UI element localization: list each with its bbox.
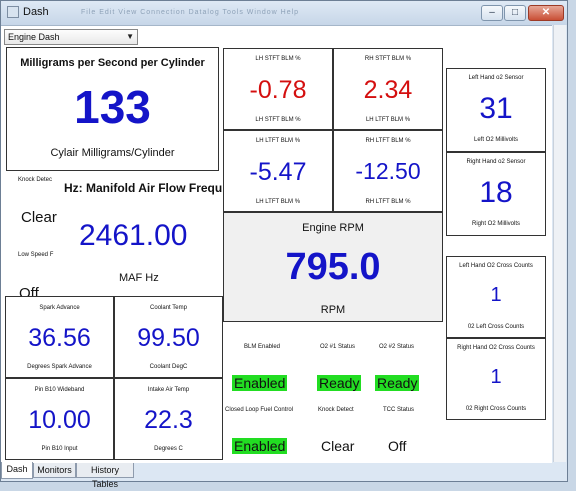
vertical-scrollbar[interactable] — [553, 25, 566, 462]
gauge-title: Milligrams per Second per Cylinder — [20, 57, 205, 69]
minimize-button[interactable]: – — [481, 5, 503, 21]
status-title-blm-enabled: BLM Enabled — [244, 344, 281, 350]
dashboard-selector[interactable]: Engine Dash ▼ — [4, 29, 138, 45]
gauge-label: Pin B10 Input — [41, 446, 78, 452]
close-icon: ✕ — [541, 7, 551, 18]
low-speed-label: Low Speed F — [18, 252, 54, 258]
gauge-title: Pin B10 Wideband — [34, 387, 85, 393]
maf-title: Hz: Manifold Air Flow Frequ — [64, 181, 223, 195]
left-o2-cross-counts-gauge[interactable]: Left Hand O2 Cross Counts 1 02 Left Cros… — [446, 256, 546, 338]
app-icon — [7, 6, 19, 18]
gauge-value: 18 — [479, 176, 513, 209]
blm-label: LH LTFT BLM % — [365, 117, 411, 123]
dashboard-canvas: Engine Dash ▼ Milligrams per Second per … — [1, 25, 552, 463]
gauge-title: Coolant Temp — [150, 305, 187, 311]
status-value-o2-1: Ready — [317, 375, 362, 391]
status-value-o2-2: Ready — [375, 375, 420, 391]
gauge-value: 1 — [490, 366, 502, 388]
gauge-value: 31 — [479, 92, 513, 125]
cylair-gauge[interactable]: Milligrams per Second per Cylinder 133 C… — [6, 47, 219, 171]
blm-gauge-rh-stft[interactable]: RH STFT BLM % 2.34 LH LTFT BLM % — [333, 48, 443, 130]
status-value-tcc: Off — [388, 438, 407, 454]
gauge-title: Right Hand O2 Cross Counts — [457, 345, 535, 351]
maf-value: 2461.00 — [79, 219, 188, 252]
gauge-label: 02 Right Cross Counts — [465, 406, 527, 412]
background-menu-ghost: File Edit View Connection Datalog Tools … — [81, 9, 300, 16]
blm-title: LH LTFT BLM % — [255, 138, 301, 144]
blm-label: LH LTFT BLM % — [255, 199, 301, 205]
maf-label: MAF Hz — [119, 272, 159, 284]
gauge-label: Coolant DegC — [149, 364, 188, 370]
status-title-knock-detect: Knock Detect — [318, 407, 354, 413]
right-o2-sensor-gauge[interactable]: Right Hand o2 Sensor 18 Right O2 Millivo… — [446, 152, 546, 236]
gauge-value: 99.50 — [137, 324, 200, 352]
blm-title: RH STFT BLM % — [364, 56, 412, 62]
blm-title: LH STFT BLM % — [255, 56, 301, 62]
blm-gauge-lh-stft[interactable]: LH STFT BLM % -0.78 LH STFT BLM % — [223, 48, 333, 130]
status-value-blm-enabled: Enabled — [232, 375, 288, 391]
blm-value: -5.47 — [249, 158, 307, 186]
gauge-value: 22.3 — [144, 406, 193, 434]
blm-value: -12.50 — [355, 158, 421, 184]
gauge-value: 133 — [74, 81, 151, 133]
gauge-label: Right O2 Millivolts — [471, 221, 520, 227]
status-title-o2-2: O2 #2 Status — [379, 344, 415, 350]
gauge-title: Left Hand O2 Cross Counts — [459, 263, 533, 269]
blm-gauge-lh-ltft[interactable]: LH LTFT BLM % -5.47 LH LTFT BLM % — [223, 130, 333, 212]
tab-monitors[interactable]: Monitors — [33, 463, 76, 478]
gauge-label: Cylair Milligrams/Cylinder — [50, 147, 175, 159]
gauge-value: 1 — [490, 284, 502, 306]
status-title-o2-1: O2 #1 Status — [320, 344, 356, 350]
blm-value: -0.78 — [249, 76, 307, 104]
rpm-value: 795.0 — [285, 246, 381, 288]
blm-value: 2.34 — [363, 76, 413, 104]
rpm-title: Engine RPM — [302, 222, 364, 234]
blm-gauge-rh-ltft[interactable]: RH LTFT BLM % -12.50 RH LTFT BLM % — [333, 130, 443, 212]
tab-dash[interactable]: Dash — [1, 462, 33, 479]
right-o2-cross-counts-gauge[interactable]: Right Hand O2 Cross Counts 1 02 Right Cr… — [446, 338, 546, 420]
close-button[interactable]: ✕ — [528, 5, 564, 21]
blm-label: RH LTFT BLM % — [365, 199, 411, 205]
gauge-title: Right Hand o2 Sensor — [466, 159, 526, 165]
window-title: Dash — [23, 6, 49, 18]
maximize-icon: □ — [511, 7, 519, 18]
minimize-icon: – — [489, 7, 495, 18]
status-value-knock-detect: Clear — [321, 438, 355, 454]
gauge-title: Intake Air Temp — [147, 387, 190, 393]
blm-label: LH STFT BLM % — [255, 117, 301, 123]
gauge-label: Left O2 Millivolts — [473, 137, 518, 143]
pin-b10-wideband-gauge[interactable]: Pin B10 Wideband 10.00 Pin B10 Input — [5, 378, 114, 460]
left-o2-sensor-gauge[interactable]: Left Hand o2 Sensor 31 Left O2 Millivolt… — [446, 68, 546, 152]
gauge-label: Degrees C — [154, 446, 183, 452]
status-value-closed-loop: Enabled — [232, 438, 288, 454]
knock-detect-value: Clear — [21, 209, 57, 226]
coolant-temp-gauge[interactable]: Coolant Temp 99.50 Coolant DegC — [114, 296, 223, 378]
rpm-label: RPM — [320, 304, 346, 316]
tab-history-tables[interactable]: History Tables — [76, 463, 134, 489]
spark-advance-gauge[interactable]: Spark Advance 36.56 Degrees Spark Advanc… — [5, 296, 114, 378]
blm-title: RH LTFT BLM % — [365, 138, 411, 144]
gauge-title: Spark Advance — [39, 305, 80, 311]
gauge-value: 10.00 — [28, 406, 91, 434]
knock-detect-label: Knock Detec — [18, 177, 53, 183]
gauge-value: 36.56 — [28, 324, 91, 352]
intake-air-temp-gauge[interactable]: Intake Air Temp 22.3 Degrees C — [114, 378, 223, 460]
gauge-label: 02 Left Cross Counts — [467, 324, 525, 330]
status-title-tcc: TCC Status — [383, 407, 415, 413]
gauge-label: Degrees Spark Advance — [27, 364, 92, 370]
gauge-title: Left Hand o2 Sensor — [468, 75, 524, 81]
chevron-down-icon: ▼ — [126, 32, 134, 41]
status-title-closed-loop: Closed Loop Fuel Control — [225, 407, 294, 413]
title-bar[interactable]: Dash File Edit View Connection Datalog T… — [1, 1, 567, 25]
maximize-button[interactable]: □ — [504, 5, 526, 21]
engine-rpm-gauge[interactable]: Engine RPM 795.0 RPM — [223, 212, 443, 322]
dashboard-selector-value: Engine Dash — [8, 32, 60, 42]
